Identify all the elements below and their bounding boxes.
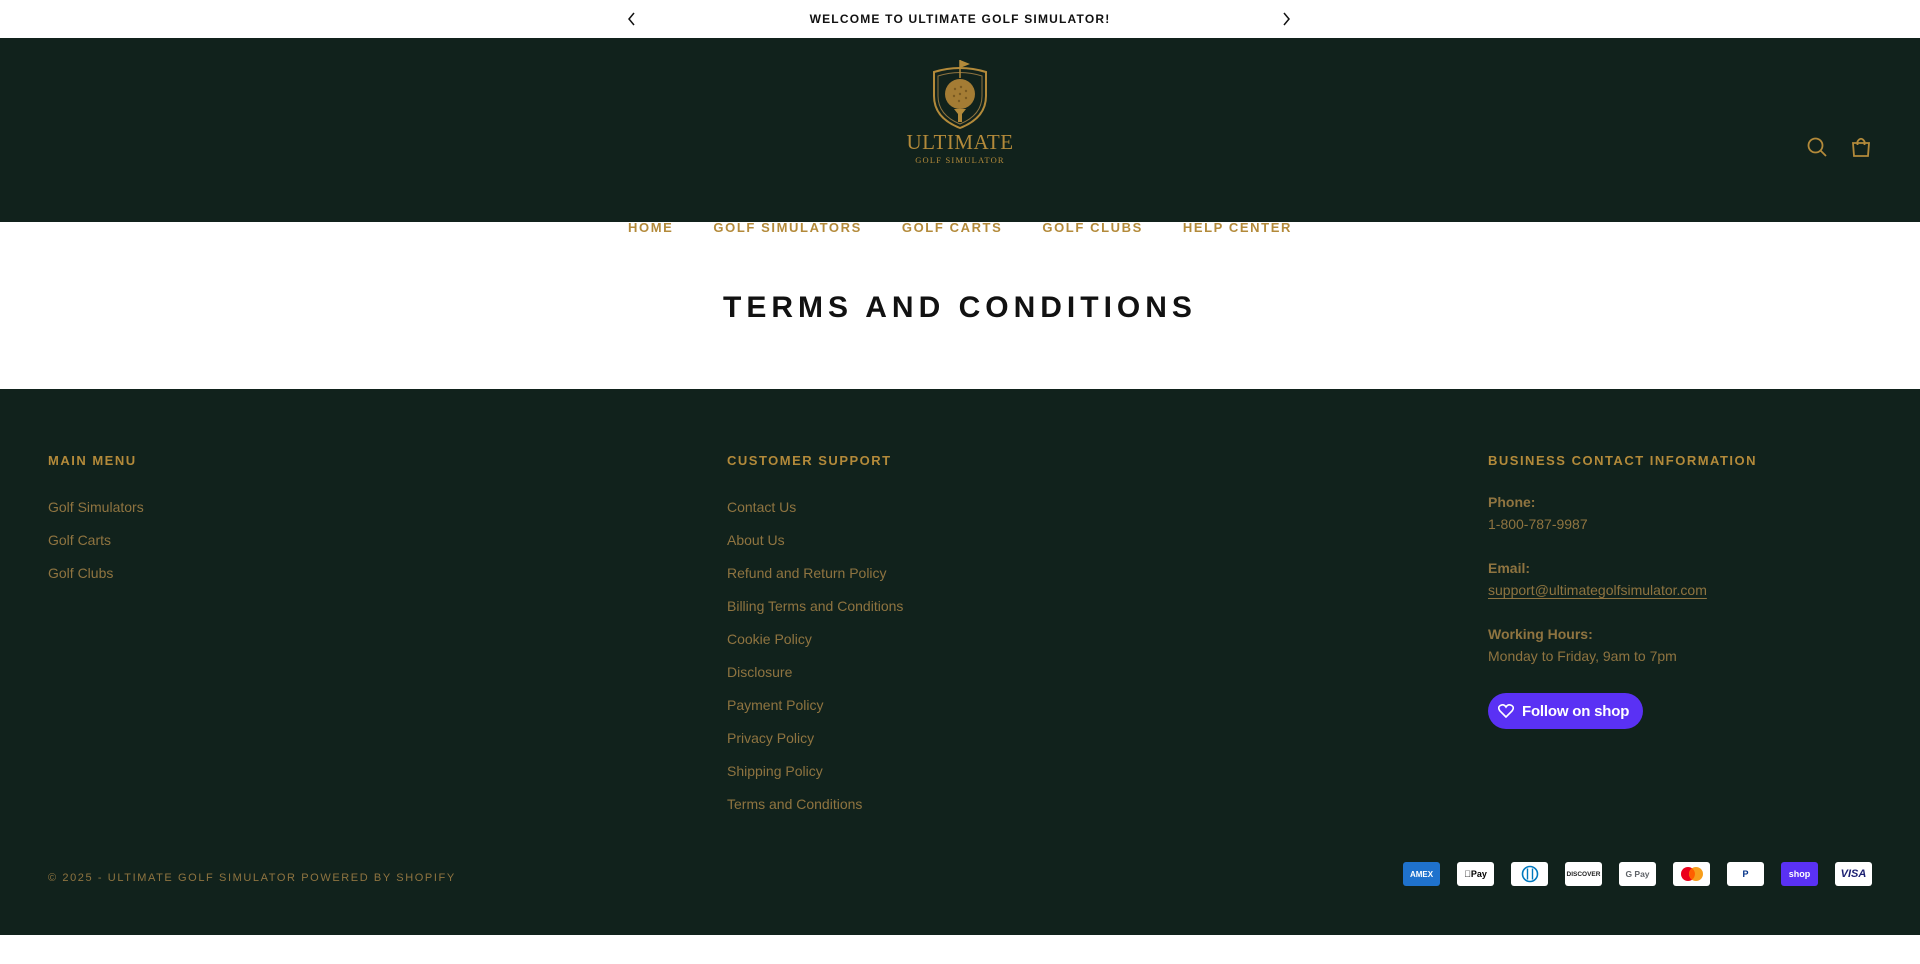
main-nav: HOME GOLF SIMULATORS GOLF CARTS GOLF CLU… — [0, 220, 1920, 235]
apple-pay-icon: Pay — [1457, 862, 1494, 886]
mastercard-icon: mastercard — [1673, 862, 1710, 886]
mastercard-logo — [1680, 867, 1703, 881]
visa-icon: VISA — [1835, 862, 1872, 886]
email-link[interactable]: support@ultimategolfsimulator.com — [1488, 579, 1757, 601]
nav-golf-clubs[interactable]: GOLF CLUBS — [1042, 220, 1143, 235]
footer-heading: MAIN MENU — [48, 453, 137, 468]
apple-logo-icon:  — [1464, 869, 1471, 879]
header-actions — [1806, 136, 1872, 158]
page-title: TERMS AND CONDITIONS — [723, 290, 1197, 324]
golf-crest-icon — [933, 60, 987, 130]
announcement-next-button[interactable] — [1276, 9, 1296, 29]
chevron-left-icon — [628, 12, 635, 26]
chevron-right-icon — [1283, 12, 1290, 26]
phone-label: Phone: — [1488, 494, 1536, 510]
footer-heading: BUSINESS CONTACT INFORMATION — [1488, 453, 1758, 468]
copyright-text: © 2025 - ULTIMATE GOLF SIMULATOR POWERED… — [48, 872, 456, 884]
page-title-section: TERMS AND CONDITIONS — [0, 222, 1920, 389]
hours-group: Working Hours: Monday to Friday, 9am to … — [1488, 623, 1757, 667]
hours-label: Working Hours: — [1488, 626, 1593, 642]
footer-link-golf-simulators[interactable]: Golf Simulators — [48, 491, 144, 524]
footer-link-cookie-policy[interactable]: Cookie Policy — [727, 623, 903, 656]
footer-link-shipping-policy[interactable]: Shipping Policy — [727, 755, 903, 788]
footer-link-terms-conditions[interactable]: Terms and Conditions — [727, 788, 903, 821]
footer-main-menu: MAIN MENU Golf Simulators Golf Carts Gol… — [48, 453, 144, 590]
nav-golf-simulators[interactable]: GOLF SIMULATORS — [713, 220, 861, 235]
footer-link-payment-policy[interactable]: Payment Policy — [727, 689, 903, 722]
nav-home[interactable]: HOME — [628, 220, 673, 235]
footer-link-about-us[interactable]: About Us — [727, 524, 903, 557]
diners-club-logo — [1521, 865, 1538, 883]
apple-pay-label: Pay — [1467, 869, 1487, 879]
footer-link-golf-clubs[interactable]: Golf Clubs — [48, 557, 144, 590]
discover-icon: DISCOVER — [1565, 862, 1602, 886]
site-header: ULTIMATE GOLF SIMULATOR HOME GOLF SIMULA… — [0, 38, 1920, 235]
page-bottom-spacer — [0, 935, 1920, 964]
site-logo[interactable]: ULTIMATE GOLF SIMULATOR — [906, 58, 1014, 202]
announcement-message: WELCOME TO ULTIMATE GOLF SIMULATOR! — [809, 12, 1111, 26]
footer-link-disclosure[interactable]: Disclosure — [727, 656, 903, 689]
diners-club-icon: D — [1511, 862, 1548, 886]
nav-help-center[interactable]: HELP CENTER — [1183, 220, 1292, 235]
footer-business-contact: BUSINESS CONTACT INFORMATION Phone: 1-80… — [1488, 453, 1757, 729]
google-pay-icon: G Pay — [1619, 862, 1656, 886]
footer-heading: CUSTOMER SUPPORT — [727, 453, 892, 468]
phone-group: Phone: 1-800-787-9987 — [1488, 491, 1757, 535]
shop-pay-icon: shop — [1781, 862, 1818, 886]
shopping-bag-icon — [1852, 137, 1870, 157]
logo-wordmark: ULTIMATE — [906, 130, 1014, 154]
announcement-prev-button[interactable] — [622, 9, 642, 29]
follow-on-shop-label: Follow on shop — [1522, 702, 1630, 720]
email-label: Email: — [1488, 560, 1531, 576]
heart-icon — [1498, 704, 1514, 718]
payment-methods: AMEX Pay D DISCOVER G Pay mastercard P … — [1403, 862, 1872, 886]
follow-on-shop-button[interactable]: Follow on shop — [1488, 693, 1644, 729]
footer-customer-support: CUSTOMER SUPPORT Contact Us About Us Ref… — [727, 453, 903, 821]
logo-subtitle: GOLF SIMULATOR — [915, 155, 1005, 165]
footer-link-billing-terms[interactable]: Billing Terms and Conditions — [727, 590, 903, 623]
paypal-icon: P — [1727, 862, 1764, 886]
hours-value: Monday to Friday, 9am to 7pm — [1488, 648, 1677, 664]
cart-button[interactable] — [1850, 136, 1872, 158]
amex-icon: AMEX — [1403, 862, 1440, 886]
phone-value: 1-800-787-9987 — [1488, 516, 1588, 532]
footer-link-golf-carts[interactable]: Golf Carts — [48, 524, 144, 557]
search-icon — [1807, 137, 1827, 157]
announcement-bar: WELCOME TO ULTIMATE GOLF SIMULATOR! — [0, 0, 1920, 38]
email-group: Email: support@ultimategolfsimulator.com — [1488, 557, 1757, 601]
site-footer: MAIN MENU Golf Simulators Golf Carts Gol… — [0, 389, 1920, 935]
footer-link-contact-us[interactable]: Contact Us — [727, 491, 903, 524]
nav-golf-carts[interactable]: GOLF CARTS — [902, 220, 1003, 235]
footer-link-refund-policy[interactable]: Refund and Return Policy — [727, 557, 903, 590]
search-button[interactable] — [1806, 136, 1828, 158]
footer-link-privacy-policy[interactable]: Privacy Policy — [727, 722, 903, 755]
